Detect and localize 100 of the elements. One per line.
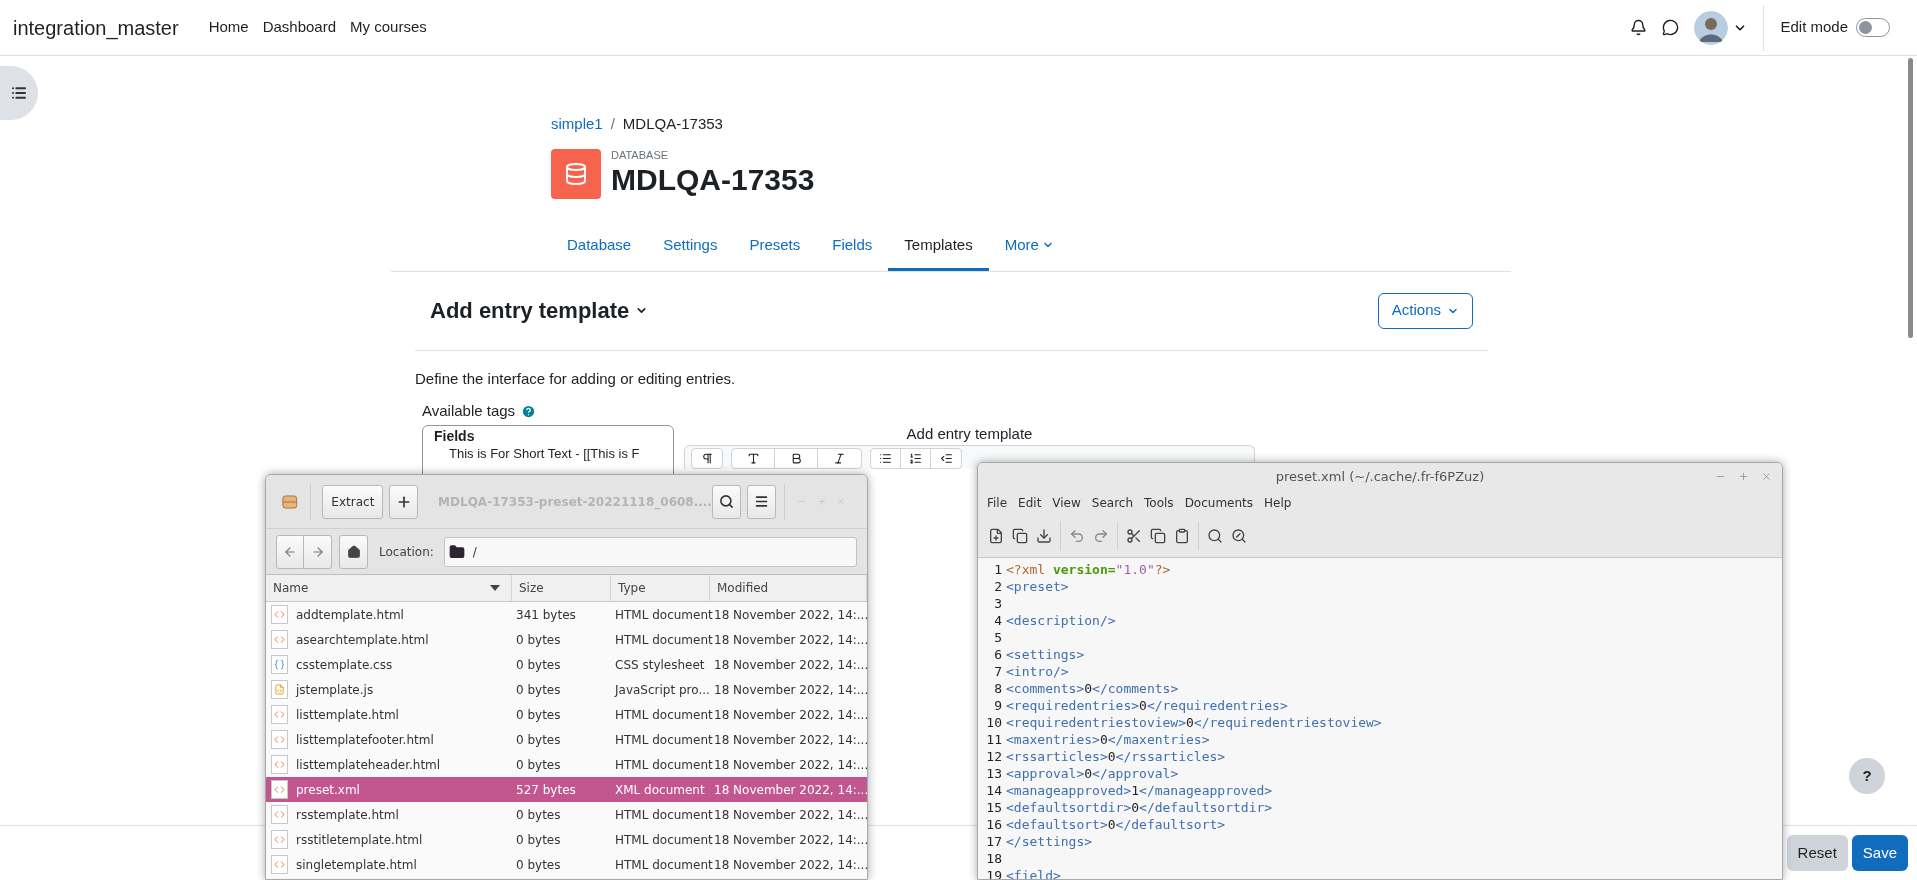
search-slash-icon[interactable] bbox=[1231, 528, 1247, 544]
file-modified: 18 November 2022, 14:... bbox=[713, 606, 867, 624]
copy-windows-icon[interactable] bbox=[1012, 528, 1028, 544]
folder-icon bbox=[448, 543, 465, 560]
file-row[interactable]: asearchtemplate.html 0 bytes HTML document18 November 2022, 14:... bbox=[266, 627, 867, 652]
add-button[interactable] bbox=[389, 484, 419, 519]
file-row[interactable]: singletemplate.html 0 bytes HTML document18 November 2022, 14:... bbox=[266, 852, 867, 877]
tab[interactable]: Templates bbox=[888, 222, 989, 271]
file-modified: 18 November 2022, 14:... bbox=[713, 731, 867, 749]
menu-item[interactable]: Tools bbox=[1139, 494, 1179, 512]
line-number: 16 bbox=[985, 816, 1002, 833]
template-heading[interactable]: Add entry template bbox=[430, 294, 630, 327]
paste-icon[interactable] bbox=[1174, 528, 1190, 544]
scrollbar[interactable] bbox=[1908, 58, 1913, 338]
file-size: 0 bytes bbox=[515, 756, 562, 774]
save-button[interactable]: Save bbox=[1851, 835, 1908, 871]
breadcrumb-link[interactable]: simple1 bbox=[551, 113, 603, 136]
template-description: Define the interface for adding or editing entries. bbox=[415, 368, 737, 389]
site-name[interactable]: integration_master bbox=[13, 12, 179, 43]
file-row[interactable]: listtemplate.html 0 bytes HTML document18 November 2022, 14:... bbox=[266, 702, 867, 727]
edit-mode-toggle[interactable] bbox=[1856, 18, 1890, 37]
file-modified: 18 November 2022, 14:... bbox=[713, 781, 867, 799]
file-name: listtemplatefooter.html bbox=[296, 731, 434, 749]
undo-icon[interactable] bbox=[1069, 528, 1085, 544]
file-row[interactable]: preset.xml 527 bytes XML document 18 November 2022, 14:... bbox=[266, 777, 867, 802]
messages-icon[interactable] bbox=[1662, 19, 1680, 36]
file-type: CSS stylesheet bbox=[614, 656, 706, 674]
notifications-icon[interactable] bbox=[1630, 19, 1648, 36]
help-icon[interactable] bbox=[521, 403, 537, 419]
database-icon bbox=[551, 148, 601, 199]
code-line: <defaultsort>0</defaultsort> bbox=[1006, 816, 1226, 833]
code-line: <manageapproved>1</manageapproved> bbox=[1006, 782, 1273, 799]
menu-item[interactable]: Edit bbox=[1013, 494, 1047, 512]
column-header[interactable]: Type bbox=[611, 575, 710, 601]
code-file-icon bbox=[271, 730, 288, 749]
file-size: 527 bytes bbox=[515, 781, 577, 799]
line-number: 17 bbox=[985, 833, 1002, 850]
column-header[interactable]: Name bbox=[266, 575, 512, 601]
reset-button[interactable]: Reset bbox=[1786, 835, 1848, 871]
code-file-icon bbox=[271, 830, 288, 849]
redo-icon[interactable] bbox=[1093, 528, 1109, 544]
line-number: 4 bbox=[993, 612, 1002, 629]
file-row[interactable]: rsstitletemplate.html 0 bytes HTML document18 November 2022, 14:... bbox=[266, 827, 867, 852]
column-header[interactable]: Size bbox=[512, 575, 611, 601]
tag-item[interactable]: This is For Short Text - [[This is F bbox=[434, 444, 662, 462]
file-row[interactable]: listtemplatefooter.html 0 bytes HTML document18 November 2022, 14:... bbox=[266, 727, 867, 752]
file-name: rsstemplate.html bbox=[296, 806, 399, 824]
line-number: 11 bbox=[985, 731, 1002, 748]
avatar[interactable] bbox=[1694, 10, 1729, 45]
file-row[interactable]: csstemplate.css 0 bytes CSS stylesheet 18 November 2022, 14:... bbox=[266, 652, 867, 677]
location-label: Location: bbox=[379, 543, 434, 561]
actions-button[interactable]: Actions bbox=[1377, 292, 1473, 329]
tab[interactable]: Fields bbox=[816, 222, 889, 271]
cut-icon[interactable] bbox=[1126, 528, 1142, 544]
nav-link[interactable]: Home bbox=[208, 16, 249, 39]
drawer-toggle[interactable] bbox=[0, 66, 38, 120]
file-name: listtemplateheader.html bbox=[296, 756, 441, 774]
activity-type: DATABASE bbox=[611, 149, 670, 162]
menu-item[interactable]: Help bbox=[1259, 494, 1297, 512]
file-row[interactable]: listtemplateheader.html 0 bytes HTML document18 November 2022, 14:... bbox=[266, 752, 867, 777]
tab[interactable]: Database bbox=[551, 222, 648, 271]
location-field[interactable]: / bbox=[443, 536, 857, 567]
line-number: 1 bbox=[993, 561, 1002, 578]
home-button[interactable] bbox=[339, 534, 368, 569]
file-name: singletemplate.html bbox=[296, 856, 417, 874]
file-name: addtemplate.html bbox=[296, 606, 404, 624]
help-button[interactable]: ? bbox=[1849, 758, 1885, 794]
menu-button[interactable] bbox=[746, 484, 776, 519]
copy-icon[interactable] bbox=[1150, 528, 1166, 544]
menu-item[interactable]: Documents bbox=[1179, 494, 1259, 512]
file-name: rsstitletemplate.html bbox=[296, 831, 423, 849]
file-type: XML document bbox=[614, 781, 706, 799]
file-row[interactable]: addtemplate.html 341 bytes HTML document18 November 2022, 14:... bbox=[266, 602, 867, 627]
search-button[interactable] bbox=[711, 484, 741, 519]
tab[interactable]: More bbox=[988, 222, 1070, 271]
file-modified: 18 November 2022, 14:... bbox=[713, 806, 867, 824]
code-file-icon bbox=[271, 705, 288, 724]
menu-icon bbox=[753, 494, 769, 509]
code-line: <?xml version="1.0"?> bbox=[1006, 561, 1171, 578]
column-header[interactable]: Modified bbox=[710, 575, 867, 601]
file-row[interactable]: jstemplate.js 0 bytes JavaScript pro... 18 November 2022, 14:... bbox=[266, 677, 867, 702]
menu-item[interactable]: File bbox=[982, 494, 1013, 512]
nav-link[interactable]: My courses bbox=[350, 16, 427, 39]
file-row[interactable]: rsstemplate.html 0 bytes HTML document18 November 2022, 14:... bbox=[266, 802, 867, 827]
code-line: <description/> bbox=[1006, 612, 1116, 629]
file-modified: 18 November 2022, 14:... bbox=[713, 681, 867, 699]
new-document-icon[interactable] bbox=[988, 528, 1004, 544]
menu-item[interactable]: Search bbox=[1086, 494, 1139, 512]
extract-button[interactable]: Extract bbox=[322, 484, 384, 519]
menu-item[interactable]: View bbox=[1047, 494, 1086, 512]
file-modified: 18 November 2022, 14:... bbox=[713, 656, 867, 674]
nav-link[interactable]: Dashboard bbox=[262, 16, 337, 39]
file-modified: 18 November 2022, 14:... bbox=[713, 631, 867, 649]
save-icon[interactable] bbox=[1036, 528, 1052, 544]
code-line: <defaultsortdir>0</defaultsortdir> bbox=[1006, 799, 1273, 816]
tab[interactable]: Presets bbox=[733, 222, 817, 271]
file-size: 0 bytes bbox=[515, 731, 562, 749]
search-icon[interactable] bbox=[1207, 528, 1223, 544]
file-modified: 18 November 2022, 14:... bbox=[713, 706, 867, 724]
tab[interactable]: Settings bbox=[647, 222, 734, 271]
